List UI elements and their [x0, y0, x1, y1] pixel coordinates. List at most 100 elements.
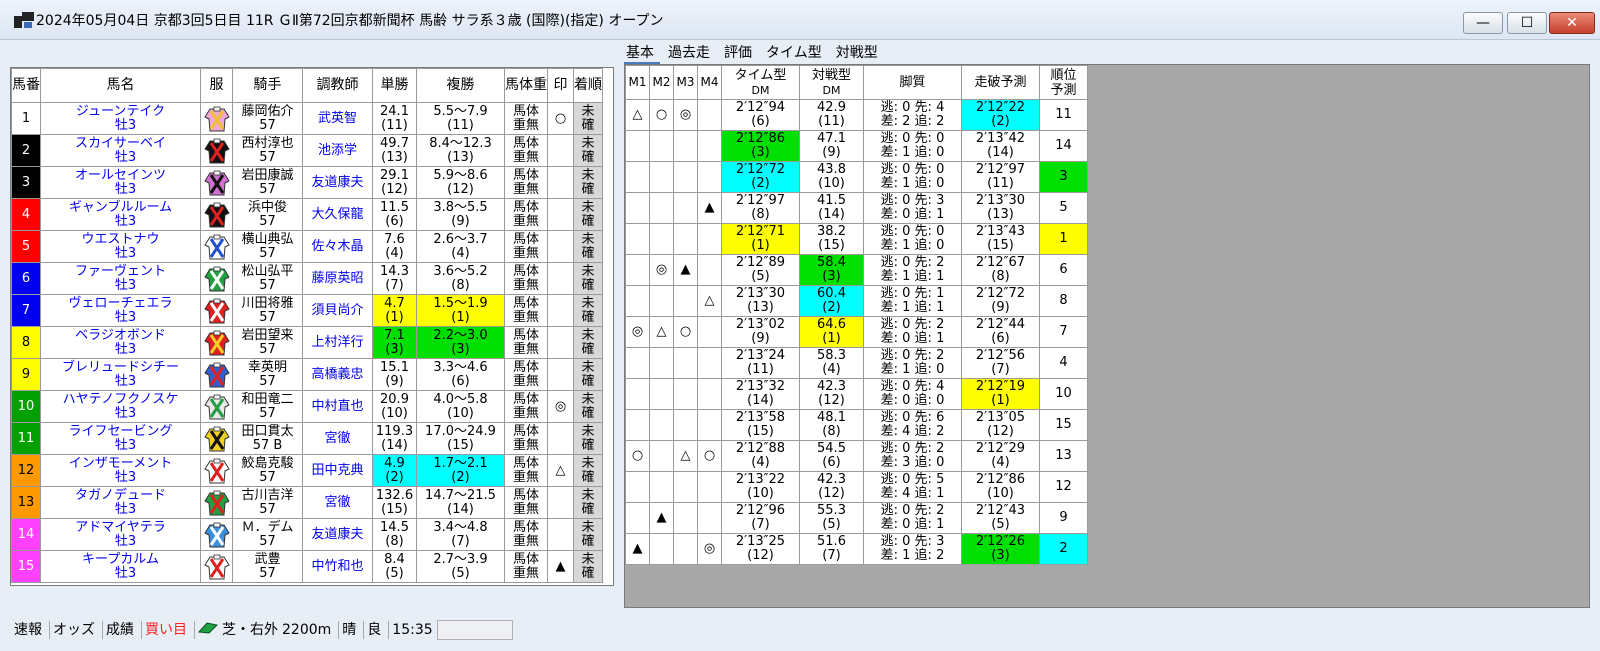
status-betting[interactable]: 買い目	[145, 619, 187, 639]
trainer-name[interactable]: 佐々木晶	[302, 230, 373, 263]
mark-m1[interactable]	[625, 161, 650, 193]
trainer-name[interactable]: 須貝尚介	[302, 294, 373, 327]
prediction-mark[interactable]	[547, 326, 574, 359]
horse-name-cell[interactable]: ファーヴェント 牡3	[40, 262, 201, 295]
table-row[interactable]: 2′13″24 (11) 58.3 (4) 逃: 0 先: 2 差: 1 追: 0 2′12…	[625, 347, 1088, 379]
horse-name-cell[interactable]: ギャンブルルーム 牡3	[40, 198, 201, 231]
prediction-mark[interactable]	[547, 518, 574, 551]
mark-m4[interactable]	[697, 471, 722, 503]
trainer-name[interactable]: 宮徹	[302, 486, 373, 519]
table-row[interactable]: 13 タガノデュード 牡3 古川吉洋 57 宮徹 132.6 (15) 14.7～21.5 (14…	[11, 486, 603, 519]
horse-name[interactable]: アドマイヤテラ	[42, 520, 200, 535]
mark-m2[interactable]	[649, 285, 674, 317]
table-row[interactable]: △ 2′13″30 (13) 60.4 (2) 逃: 0 先: 1 差: 1 追: 1 2′1…	[625, 285, 1088, 317]
table-row[interactable]: 10 ハヤテノフクノスケ 牡3 和田竜二 57 中村直也 20.9 (10) 4.0～5.8 (1…	[11, 390, 603, 423]
mark-m4[interactable]	[697, 409, 722, 441]
trainer-name[interactable]: 宮徹	[302, 422, 373, 455]
table-row[interactable]: 12 インザモーメント 牡3 鮫島克駿 57 田中克典 4.9 (2) 1.7～2.1 (2) 馬体…	[11, 454, 603, 487]
trainer-name[interactable]: 田中克典	[302, 454, 373, 487]
tab-match-type[interactable]: 対戦型	[834, 40, 884, 62]
mark-m2[interactable]	[649, 223, 674, 255]
table-row[interactable]: 9 ブレリュードシチー 牡3 幸英明 57 高橋義忠 15.1 (9) 3.3～4.6 (6) 馬体…	[11, 358, 603, 391]
tab-evaluation[interactable]: 評価	[722, 40, 758, 62]
horse-name-cell[interactable]: ライフセービング 牡3	[40, 422, 201, 455]
horse-name[interactable]: オールセインツ	[42, 168, 200, 183]
prediction-mark[interactable]	[547, 166, 574, 199]
mark-m2[interactable]	[649, 192, 674, 224]
mark-m1[interactable]	[625, 192, 650, 224]
horse-name[interactable]: タガノデュード	[42, 488, 200, 503]
prediction-mark[interactable]	[547, 230, 574, 263]
minimize-button[interactable]: —	[1463, 12, 1503, 34]
mark-m1[interactable]	[625, 409, 650, 441]
trainer-name[interactable]: 友道康夫	[302, 166, 373, 199]
prediction-mark[interactable]	[547, 294, 574, 327]
horse-name[interactable]: ヴェローチェエラ	[42, 296, 200, 311]
horse-name-cell[interactable]: インザモーメント 牡3	[40, 454, 201, 487]
trainer-name[interactable]: 大久保龍	[302, 198, 373, 231]
horse-name-cell[interactable]: タガノデュード 牡3	[40, 486, 201, 519]
tab-past-races[interactable]: 過去走	[666, 40, 716, 62]
mark-m3[interactable]	[673, 471, 698, 503]
mark-m4[interactable]: ▲	[697, 192, 722, 224]
table-row[interactable]: 4 ギャンブルルーム 牡3 浜中俊 57 大久保龍 11.5 (6) 3.8～5.5 (9) 馬体重…	[11, 198, 603, 231]
trainer-name[interactable]: 上村洋行	[302, 326, 373, 359]
table-row[interactable]: 2′13″32 (14) 42.3 (12) 逃: 0 先: 4 差: 0 追: 0 2′1…	[625, 378, 1088, 410]
table-row[interactable]: 15 キープカルム 牡3 武豊 57 中竹和也 8.4 (5) 2.7～3.9 (5) 馬体 重無 ▲ 未…	[11, 550, 603, 583]
mark-m3[interactable]: ▲	[673, 254, 698, 286]
horse-name-cell[interactable]: ブレリュードシチー 牡3	[40, 358, 201, 391]
horse-name[interactable]: ライフセービング	[42, 424, 200, 439]
horse-name-cell[interactable]: ベラジオボンド 牡3	[40, 326, 201, 359]
mark-m1[interactable]: ◎	[625, 316, 650, 348]
mark-m3[interactable]	[673, 161, 698, 193]
mark-m3[interactable]	[673, 533, 698, 565]
mark-m1[interactable]	[625, 347, 650, 379]
trainer-name[interactable]: 池添学	[302, 134, 373, 167]
horse-name[interactable]: ブレリュードシチー	[42, 360, 200, 375]
status-odds[interactable]: オッズ	[53, 619, 95, 639]
mark-m3[interactable]: ○	[673, 316, 698, 348]
horse-name[interactable]: インザモーメント	[42, 456, 200, 471]
table-row[interactable]: ▲ 2′12″96 (7) 55.3 (5) 逃: 0 先: 2 差: 0 追: 1 2′12…	[625, 502, 1088, 534]
mark-m2[interactable]: △	[649, 316, 674, 348]
trainer-name[interactable]: 中竹和也	[302, 550, 373, 583]
horse-name-cell[interactable]: ヴェローチェエラ 牡3	[40, 294, 201, 327]
table-row[interactable]: 2 スカイサーベイ 牡3 西村淳也 57 池添学 49.7 (13) 8.4～12.3 (13) 馬…	[11, 134, 603, 167]
mark-m3[interactable]	[673, 192, 698, 224]
mark-m2[interactable]: ○	[649, 99, 674, 131]
status-flash-news[interactable]: 速報	[14, 619, 42, 639]
table-row[interactable]: 2′13″22 (10) 42.3 (12) 逃: 0 先: 5 差: 4 追: 1 2′1…	[625, 471, 1088, 503]
horse-name[interactable]: スカイサーベイ	[42, 136, 200, 151]
mark-m1[interactable]	[625, 378, 650, 410]
app-icon[interactable]	[14, 12, 34, 28]
horse-name[interactable]: ファーヴェント	[42, 264, 200, 279]
prediction-mark[interactable]: ○	[547, 102, 574, 135]
mark-m3[interactable]	[673, 347, 698, 379]
mark-m1[interactable]: △	[625, 99, 650, 131]
table-row[interactable]: 1 ジューンテイク 牡3 藤岡佑介 57 武英智 24.1 (11) 5.5～7.9 (11) 馬体…	[11, 102, 603, 135]
table-row[interactable]: 7 ヴェローチェエラ 牡3 川田将雅 57 須貝尚介 4.7 (1) 1.5～1.9 (1) 馬体重…	[11, 294, 603, 327]
horse-name[interactable]: ハヤテノフクノスケ	[42, 392, 200, 407]
prediction-mark[interactable]	[547, 358, 574, 391]
table-row[interactable]: 2′12″71 (1) 38.2 (15) 逃: 0 先: 0 差: 1 追: 0 2′13…	[625, 223, 1088, 255]
mark-m2[interactable]	[649, 440, 674, 472]
mark-m1[interactable]	[625, 223, 650, 255]
table-row[interactable]: 6 ファーヴェント 牡3 松山弘平 57 藤原英昭 14.3 (7) 3.6～5.2 (8) 馬体重…	[11, 262, 603, 295]
prediction-mark[interactable]	[547, 134, 574, 167]
prediction-mark[interactable]	[547, 422, 574, 455]
table-row[interactable]: ▲ 2′12″97 (8) 41.5 (14) 逃: 0 先: 3 差: 0 追: 1 2′1…	[625, 192, 1088, 224]
status-results[interactable]: 成績	[106, 619, 134, 639]
prediction-mark[interactable]: ◎	[547, 390, 574, 423]
maximize-button[interactable]: ☐	[1507, 12, 1547, 34]
horse-name[interactable]: ギャンブルルーム	[42, 200, 200, 215]
table-row[interactable]: 3 オールセインツ 牡3 岩田康誠 57 友道康夫 29.1 (12) 5.9～8.6 (12) 馬…	[11, 166, 603, 199]
mark-m4[interactable]	[697, 161, 722, 193]
trainer-name[interactable]: 武英智	[302, 102, 373, 135]
mark-m1[interactable]	[625, 130, 650, 162]
mark-m4[interactable]	[697, 378, 722, 410]
table-row[interactable]: ▲ ◎ 2′13″25 (12) 51.6 (7) 逃: 0 先: 3 差: 1 追: 2 2′…	[625, 533, 1088, 565]
mark-m4[interactable]: ○	[697, 440, 722, 472]
table-row[interactable]: 14 アドマイヤテラ 牡3 Ｍ．デム 57 友道康夫 14.5 (8) 3.4～4.8 (7) 馬体…	[11, 518, 603, 551]
mark-m4[interactable]	[697, 316, 722, 348]
mark-m4[interactable]	[697, 223, 722, 255]
